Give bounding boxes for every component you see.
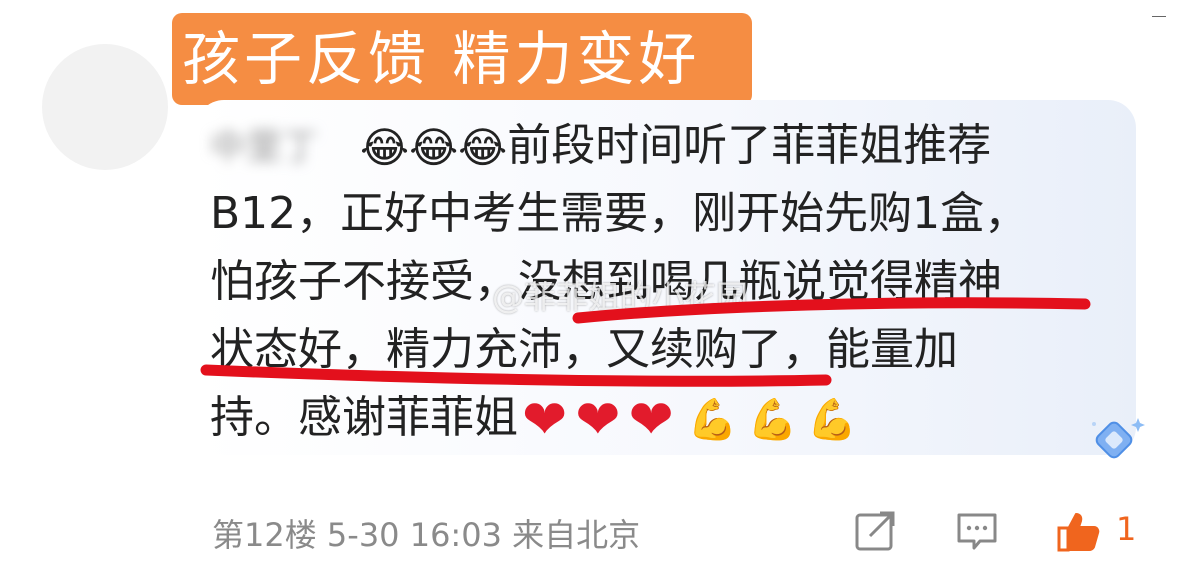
heart-emoji-icon: ❤ — [522, 388, 568, 451]
comment-location: 来自北京 — [512, 516, 641, 554]
author-name-blurred[interactable]: 中里丁 — [210, 114, 360, 182]
comment-meta: 第12楼 5-30 16:03 来自北京 — [212, 510, 640, 556]
comment-text-line: 持。感谢菲菲姐 — [210, 392, 518, 443]
watermark: @菲菲姐的小花园 — [492, 278, 749, 316]
floor-number: 第12楼 — [212, 516, 317, 554]
comment-icon[interactable] — [954, 508, 1000, 554]
comment-line-5: 持。感谢菲菲姐❤ ❤ ❤ 💪 💪 💪 — [210, 384, 1120, 452]
window-minimize-mark — [1152, 16, 1166, 17]
comment-line-1: 中里丁 😂😂😂前段时间听了菲菲姐推荐 — [210, 112, 1120, 180]
laugh-emoji-icon: 😂 — [360, 123, 410, 172]
muscle-emoji-icon: 💪 — [807, 397, 858, 443]
muscle-emoji-icon: 💪 — [687, 397, 738, 443]
title-banner: 孩子反馈 精力变好 — [172, 13, 752, 105]
comment-text-line: 前段时间听了菲菲姐推荐 — [507, 120, 992, 171]
thumbs-up-icon[interactable] — [1056, 508, 1102, 554]
avatar[interactable] — [42, 44, 168, 170]
comment-datetime: 5-30 16:03 — [326, 516, 502, 554]
muscle-emoji-icon: 💪 — [747, 397, 798, 443]
title-banner-text: 孩子反馈 精力变好 — [182, 25, 701, 93]
comment-line-2: B12，正好中考生需要，刚开始先购1盒， — [210, 180, 1120, 248]
comment-line-4: 状态好，精力充沛，又续购了，能量加 — [210, 316, 1120, 384]
diamond-sparkle-icon[interactable] — [1086, 414, 1150, 470]
like-count: 1 — [1116, 510, 1137, 548]
heart-emoji-icon: ❤ — [575, 388, 621, 451]
comment-text-line: B12，正好中考生需要，刚开始先购1盒， — [210, 188, 1029, 239]
share-icon[interactable] — [852, 508, 898, 554]
laugh-emoji-icon: 😂 — [409, 123, 459, 172]
comment-text-line: 状态好，精力充沛，又续购了，能量加 — [210, 324, 958, 375]
laugh-emoji-icon: 😂 — [458, 123, 508, 172]
heart-emoji-icon: ❤ — [628, 388, 674, 451]
